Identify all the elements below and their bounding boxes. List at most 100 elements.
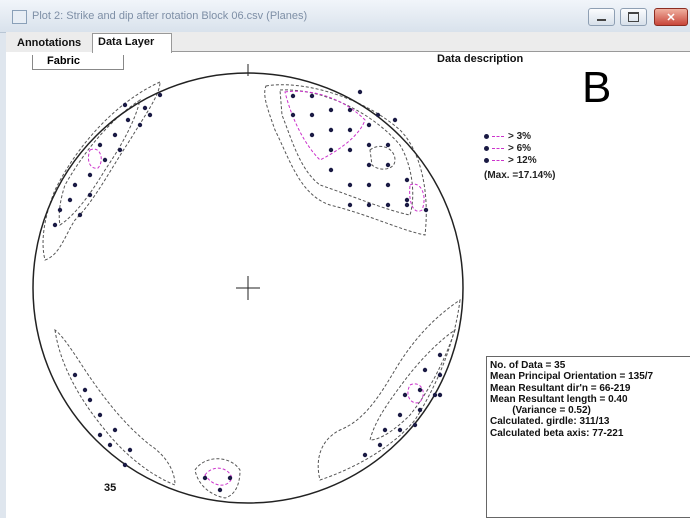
data-point (122, 102, 128, 108)
contour-6pct-se (369, 328, 456, 441)
data-point (142, 105, 148, 111)
data-point (362, 452, 368, 458)
data-point (385, 162, 391, 168)
stat-line: Mean Principal Orientation = 135/7 (490, 371, 654, 383)
data-point (72, 372, 78, 378)
data-point (97, 142, 103, 148)
data-point (366, 182, 372, 188)
data-point (117, 147, 123, 153)
data-point (385, 142, 391, 148)
data-point (397, 412, 403, 418)
data-point (87, 172, 93, 178)
dashed-line-icon (492, 147, 504, 149)
legend-item: > 12% (484, 154, 555, 166)
data-point (437, 392, 443, 398)
stat-line: Calculated. girdle: 311/13 (490, 416, 610, 428)
data-point (402, 392, 408, 398)
data-point (417, 387, 423, 393)
data-point (309, 93, 315, 99)
legend-item: > 6% (484, 142, 555, 154)
data-point (147, 112, 153, 118)
data-point (107, 442, 113, 448)
contour-ne-small (369, 145, 396, 170)
data-point (347, 127, 353, 133)
statistics-panel: No. of Data = 35 Mean Principal Orientat… (486, 356, 690, 518)
data-point (437, 352, 443, 358)
data-point (347, 107, 353, 113)
stat-line: Calculated beta axis: 77-221 (490, 427, 624, 439)
data-point (52, 222, 58, 228)
data-point (102, 157, 108, 163)
data-point (417, 407, 423, 413)
stat-line: Mean Resultant dir'n = 66-219 (490, 382, 631, 394)
data-point (57, 207, 63, 213)
contour-12pct-ne (284, 90, 366, 161)
contour-12pct-s (204, 467, 233, 486)
data-point (112, 132, 118, 138)
data-point (67, 197, 73, 203)
data-point (227, 475, 233, 481)
data-point (202, 475, 208, 481)
data-point (423, 207, 429, 213)
data-point (347, 182, 353, 188)
data-point (137, 122, 143, 128)
data-point (437, 372, 443, 378)
dashed-line-icon (492, 159, 504, 161)
dashed-line-icon (492, 135, 504, 137)
data-count-label: 35 (104, 482, 117, 494)
data-point (157, 92, 163, 98)
data-point (404, 202, 410, 208)
data-point (422, 367, 428, 373)
data-point (309, 132, 315, 138)
data-point (328, 127, 334, 133)
stat-line: (Variance = 0.52) (490, 405, 591, 417)
stat-line: No. of Data = 35 (490, 360, 566, 371)
data-point (385, 182, 391, 188)
contour-3pct-ne (264, 84, 427, 236)
data-point (328, 167, 334, 173)
contour-3pct-sw (54, 328, 176, 486)
data-point (347, 202, 353, 208)
data-point (385, 202, 391, 208)
contour-3pct-nw (42, 81, 161, 261)
data-point (366, 202, 372, 208)
data-point (77, 212, 83, 218)
point-symbol-icon (484, 133, 489, 139)
legend-item: > 3% (484, 130, 555, 142)
data-point (97, 432, 103, 438)
data-point (432, 392, 438, 398)
data-point (125, 117, 131, 123)
stat-line: Mean Resultant length = 0.40 (490, 393, 628, 405)
data-point (309, 112, 315, 118)
data-point (392, 117, 398, 123)
contour-12pct-se (407, 383, 424, 404)
data-point (375, 112, 381, 118)
data-point (328, 107, 334, 113)
data-point (82, 387, 88, 393)
data-point (412, 422, 418, 428)
data-point (377, 442, 383, 448)
legend-max-value: (Max. =17.14%) (484, 170, 556, 181)
data-point (347, 147, 353, 153)
data-point (404, 177, 410, 183)
data-point (87, 192, 93, 198)
data-point (357, 89, 363, 95)
point-symbol-icon (484, 145, 489, 151)
data-point (97, 412, 103, 418)
data-point (366, 122, 372, 128)
point-symbol-icon (484, 157, 489, 163)
data-point (404, 197, 410, 203)
contour-3pct-se (317, 298, 461, 481)
data-point (122, 462, 128, 468)
contour-12pct-nw (87, 148, 102, 169)
data-point (72, 182, 78, 188)
data-point (366, 142, 372, 148)
data-point (397, 427, 403, 433)
data-point (112, 427, 118, 433)
data-point (290, 93, 296, 99)
data-point (290, 112, 296, 118)
data-point (127, 447, 133, 453)
data-point (328, 147, 334, 153)
data-point (366, 162, 372, 168)
data-point (87, 397, 93, 403)
